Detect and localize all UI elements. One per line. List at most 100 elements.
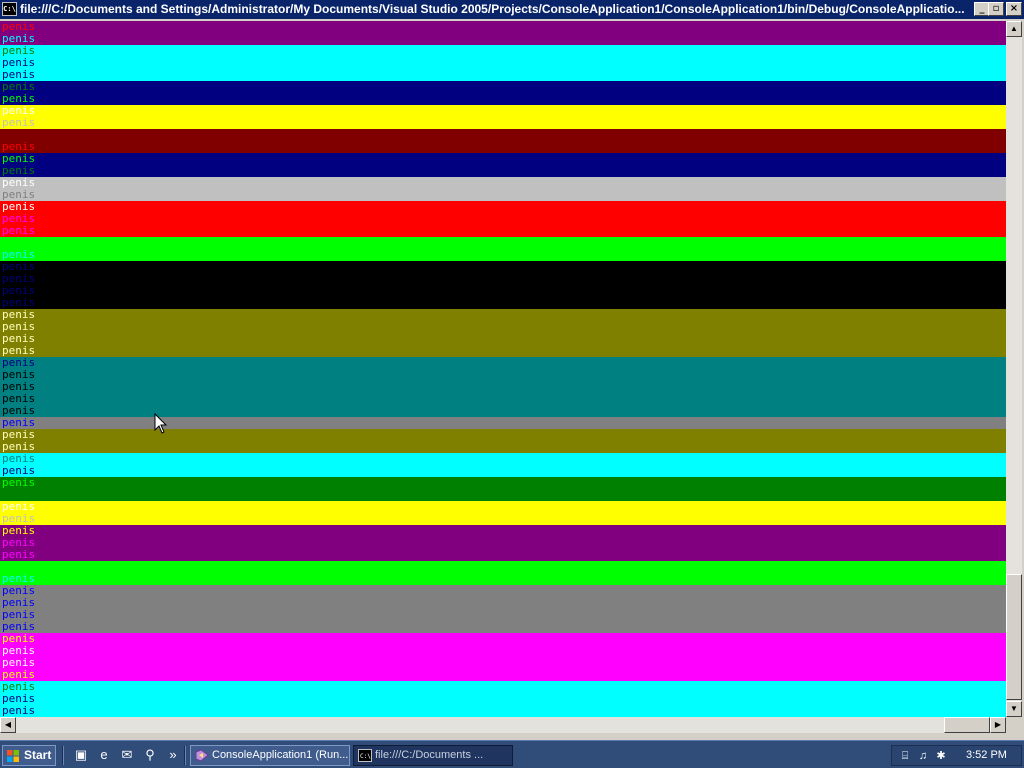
console-line: penis bbox=[2, 429, 43, 441]
svg-text:C:\: C:\ bbox=[360, 753, 371, 760]
console-line: penis bbox=[2, 321, 43, 333]
task-label: ConsoleApplication1 (Run... bbox=[212, 749, 349, 761]
console-line: penis bbox=[2, 285, 43, 297]
console-line: penis bbox=[2, 561, 43, 573]
console-line: penis bbox=[2, 405, 43, 417]
window-title: file:///C:/Documents and Settings/Admini… bbox=[20, 2, 965, 16]
title-bar[interactable]: C:\ file:///C:/Documents and Settings/Ad… bbox=[0, 0, 1024, 19]
console-line: penis bbox=[2, 585, 43, 597]
console-line: penis bbox=[2, 525, 43, 537]
clock[interactable]: 3:52 PM bbox=[966, 746, 1007, 765]
console-line: penis bbox=[2, 21, 43, 33]
console-window-icon[interactable]: C:\ bbox=[2, 2, 17, 16]
horizontal-scroll-thumb[interactable] bbox=[944, 717, 990, 733]
console-line: penis bbox=[2, 501, 43, 513]
horizontal-scrollbar[interactable]: ◀ ▶ bbox=[0, 717, 1006, 733]
console-background-band bbox=[0, 309, 1006, 357]
console-line: penis bbox=[2, 681, 43, 693]
console-line: penis bbox=[2, 225, 43, 237]
console-background-band bbox=[0, 153, 1006, 177]
search-icon[interactable]: ⚲ bbox=[142, 747, 158, 763]
console-background-band bbox=[0, 525, 1006, 561]
mouse-cursor-icon bbox=[154, 413, 168, 434]
console-background-band bbox=[0, 177, 1006, 201]
console-line: penis bbox=[2, 57, 43, 69]
console-line: penis bbox=[2, 633, 43, 645]
console-line: penis bbox=[2, 297, 43, 309]
console-line: penis bbox=[2, 273, 43, 285]
close-button[interactable]: × bbox=[1006, 2, 1022, 16]
scroll-left-button[interactable]: ◀ bbox=[0, 717, 16, 733]
console-line: penis bbox=[2, 573, 43, 585]
show-desktop-icon[interactable]: ▣ bbox=[73, 747, 89, 763]
console-line: penis bbox=[2, 81, 43, 93]
console-line: penis bbox=[2, 417, 43, 429]
console-background-band bbox=[0, 585, 1006, 633]
console-output[interactable]: penis penis penis penis penis penis penis penis… bbox=[0, 21, 1006, 717]
console-line: penis bbox=[2, 489, 43, 501]
taskbar-separator bbox=[62, 746, 64, 765]
start-button[interactable]: Start bbox=[2, 745, 56, 766]
debugger-icon[interactable]: ✱ bbox=[934, 749, 948, 763]
network-icon[interactable]: ⌸ bbox=[898, 749, 912, 763]
console-line: penis bbox=[2, 105, 43, 117]
windows-logo-icon bbox=[7, 750, 19, 762]
console-line: penis bbox=[2, 597, 43, 609]
console-icon: C:\ bbox=[358, 749, 372, 762]
console-background-band bbox=[0, 201, 1006, 237]
internet-explorer-icon[interactable]: e bbox=[96, 747, 112, 763]
console-line: penis bbox=[2, 549, 43, 561]
console-line: penis bbox=[2, 213, 43, 225]
scroll-right-button[interactable]: ▶ bbox=[990, 717, 1006, 733]
console-line: penis bbox=[2, 693, 43, 705]
console-background-band bbox=[0, 501, 1006, 525]
volume-icon[interactable]: ♫ bbox=[916, 749, 930, 763]
console-background-band bbox=[0, 417, 1006, 429]
console-background-band bbox=[0, 477, 1006, 501]
vertical-scrollbar[interactable]: ▲ ▼ bbox=[1006, 21, 1022, 717]
console-line: penis bbox=[2, 309, 43, 321]
console-line: penis bbox=[2, 333, 43, 345]
console-line: penis bbox=[2, 177, 43, 189]
maximize-button[interactable]: ▫ bbox=[988, 2, 1004, 16]
console-background-band bbox=[0, 237, 1006, 261]
console-line: penis bbox=[2, 669, 43, 681]
console-line: penis bbox=[2, 609, 43, 621]
console-background-band bbox=[0, 681, 1006, 717]
console-line: penis bbox=[2, 621, 43, 633]
start-label: Start bbox=[24, 748, 52, 762]
task-button-visual-studio[interactable]: ConsoleApplication1 (Run... bbox=[190, 745, 350, 766]
scroll-up-button[interactable]: ▲ bbox=[1006, 21, 1022, 37]
task-button-console[interactable]: C:\ file:///C:/Documents ... bbox=[353, 745, 513, 766]
console-background-band bbox=[0, 453, 1006, 477]
visual-studio-icon bbox=[195, 749, 209, 762]
console-line: penis bbox=[2, 261, 43, 273]
console-window: C:\ file:///C:/Documents and Settings/Ad… bbox=[0, 0, 1024, 736]
console-line: penis bbox=[2, 645, 43, 657]
console-line: penis bbox=[2, 477, 43, 489]
console-background-band bbox=[0, 45, 1006, 81]
console-line: penis bbox=[2, 141, 43, 153]
console-line: penis bbox=[2, 117, 43, 129]
console-line: penis bbox=[2, 237, 43, 249]
task-label: file:///C:/Documents ... bbox=[375, 749, 484, 761]
console-line: penis bbox=[2, 129, 43, 141]
console-background-band bbox=[0, 561, 1006, 585]
console-line: penis bbox=[2, 393, 43, 405]
console-background-band bbox=[0, 261, 1006, 309]
vertical-scroll-thumb[interactable] bbox=[1006, 574, 1022, 700]
console-background-band bbox=[0, 633, 1006, 681]
scroll-down-button[interactable]: ▼ bbox=[1006, 701, 1022, 717]
outlook-express-icon[interactable]: ✉ bbox=[119, 747, 135, 763]
console-line: penis bbox=[2, 381, 43, 393]
taskbar-separator bbox=[184, 746, 186, 765]
console-background-band bbox=[0, 129, 1006, 153]
quick-launch-chevron-icon[interactable]: » bbox=[165, 747, 181, 763]
console-line: penis bbox=[2, 453, 43, 465]
console-background-band bbox=[0, 429, 1006, 453]
taskbar: Start ▣ e ✉ ⚲ » ConsoleApplication1 (Run… bbox=[0, 740, 1024, 768]
console-line: penis bbox=[2, 357, 43, 369]
console-line: penis bbox=[2, 465, 43, 477]
console-background-band bbox=[0, 81, 1006, 105]
console-line: penis bbox=[2, 45, 43, 57]
